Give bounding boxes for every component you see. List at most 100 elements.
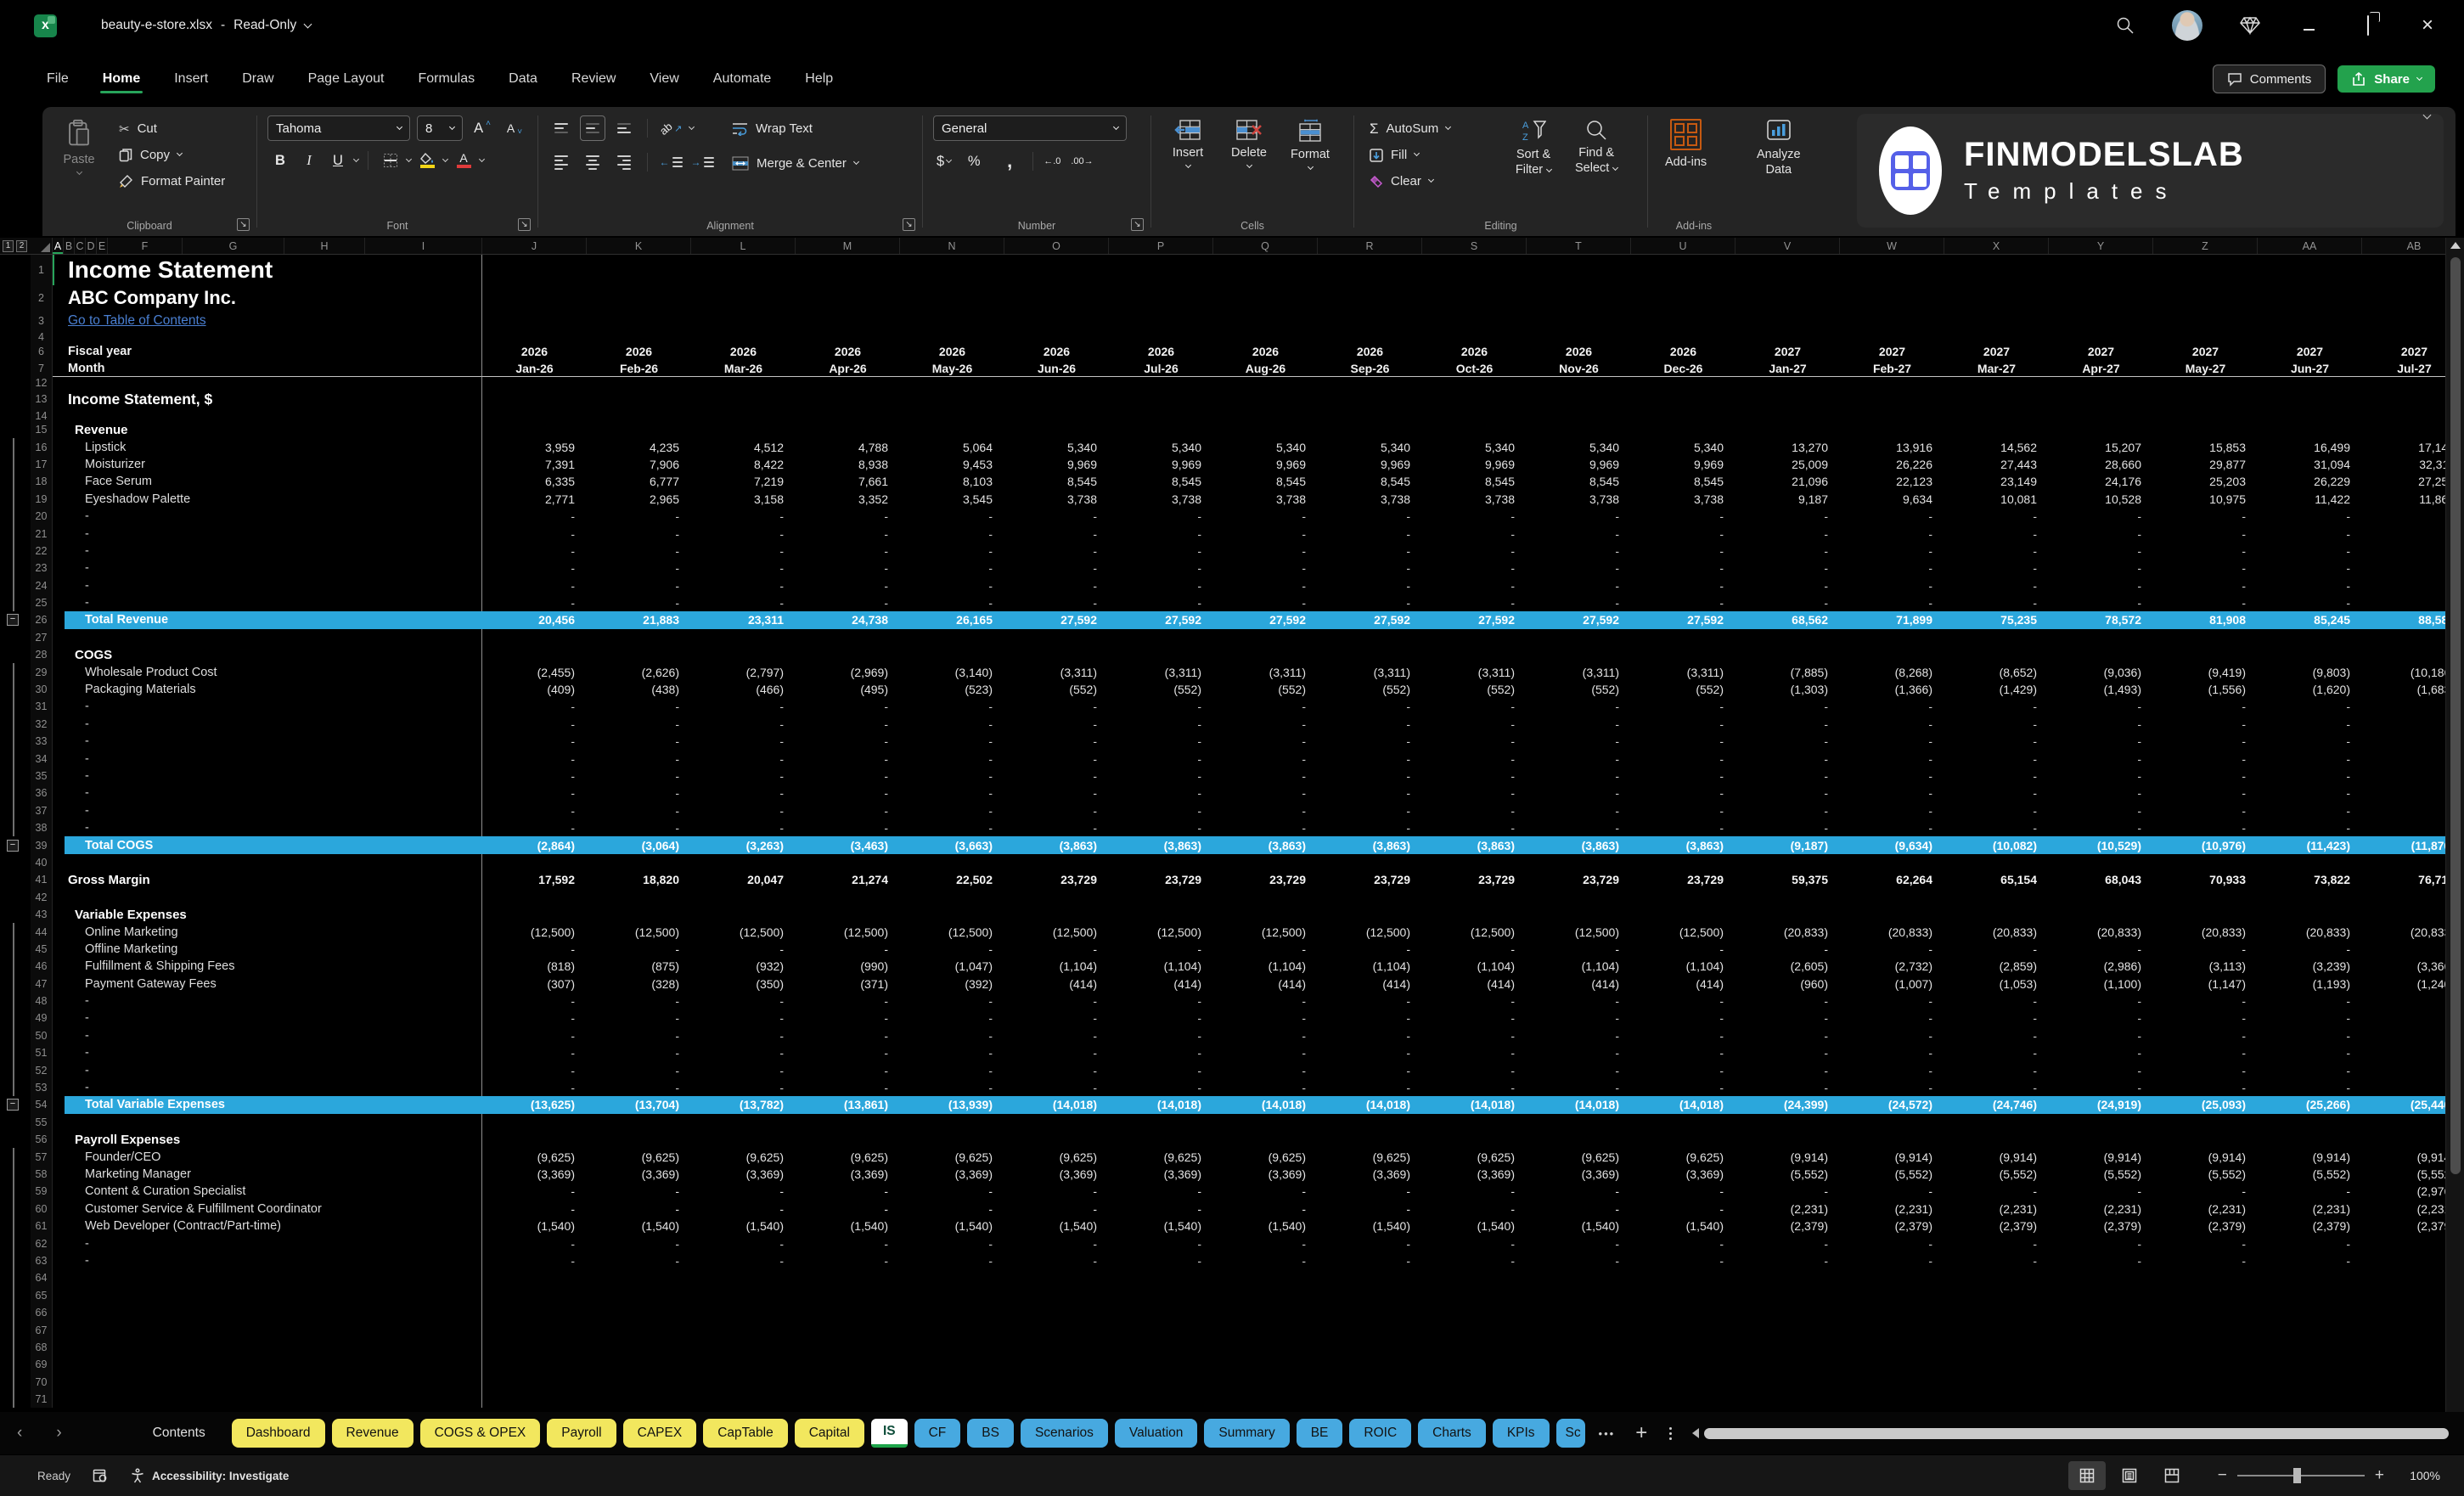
cell[interactable]: - [2258, 802, 2362, 819]
cell[interactable]: (495) [796, 681, 900, 698]
cell[interactable]: 5,340 [1527, 438, 1631, 455]
cell[interactable] [2153, 1287, 2258, 1304]
cell[interactable]: - [691, 802, 796, 819]
cell[interactable] [482, 255, 587, 285]
cell[interactable]: 8,545 [1631, 473, 1735, 490]
cell[interactable] [1004, 255, 1109, 285]
cell[interactable] [1213, 421, 1318, 438]
cell[interactable]: - [1735, 525, 1840, 542]
merge-center-button[interactable]: Merge & Center [727, 150, 864, 177]
cell[interactable]: (1,100) [2049, 976, 2153, 993]
row-number-7[interactable]: 7 [31, 360, 53, 377]
cell[interactable]: (1,104) [1631, 958, 1735, 975]
analyze-data-button[interactable]: AnalyzeData [1750, 115, 1808, 214]
cell[interactable]: (414) [1004, 976, 1109, 993]
cell[interactable]: (3,369) [1422, 1166, 1527, 1183]
cell[interactable] [1004, 331, 1109, 343]
cell[interactable]: - [1004, 525, 1109, 542]
cell[interactable]: - [587, 1183, 691, 1200]
cell[interactable] [2258, 889, 2362, 906]
cell[interactable]: - [900, 802, 1004, 819]
outline-collapse-button[interactable]: − [7, 614, 19, 626]
row-number-56[interactable]: 56 [31, 1131, 53, 1148]
cell[interactable] [796, 646, 900, 663]
cell[interactable] [587, 1287, 691, 1304]
cell[interactable]: - [1109, 1061, 1213, 1078]
cell[interactable]: - [2362, 750, 2445, 767]
cell[interactable]: - [796, 508, 900, 525]
decrease-decimal-button[interactable]: .00→ [1071, 149, 1093, 174]
cell[interactable]: - [587, 525, 691, 542]
comments-button[interactable]: Comments [2213, 65, 2326, 93]
cell[interactable]: - [1318, 543, 1422, 560]
cell[interactable]: (10,186) [2362, 663, 2445, 680]
row-number-28[interactable]: 28 [31, 646, 53, 663]
cell[interactable] [1213, 388, 1318, 410]
cell[interactable]: 10,081 [1944, 491, 2049, 508]
cell[interactable]: (2,797) [691, 663, 796, 680]
cell[interactable]: - [1735, 698, 1840, 715]
cell[interactable] [796, 1321, 900, 1338]
cell[interactable]: - [1422, 698, 1527, 715]
cell[interactable] [1318, 410, 1422, 421]
row-number-15[interactable]: 15 [31, 421, 53, 438]
cell[interactable] [1840, 1131, 1944, 1148]
cell[interactable] [796, 421, 900, 438]
cell[interactable]: Nov-26 [1527, 360, 1631, 376]
cell[interactable] [1004, 1391, 1109, 1408]
cell[interactable]: - [900, 543, 1004, 560]
col-header-D[interactable]: D [86, 238, 97, 254]
cell[interactable] [2362, 255, 2445, 285]
cell[interactable]: - [1422, 594, 1527, 611]
cell[interactable]: - [1004, 1061, 1109, 1078]
cell[interactable]: (9,803) [2258, 663, 2362, 680]
cell[interactable]: - [1213, 560, 1318, 576]
cell[interactable]: - [1631, 802, 1735, 819]
cell[interactable] [1422, 1114, 1527, 1131]
cell[interactable] [796, 1114, 900, 1131]
cell[interactable] [1004, 388, 1109, 410]
cell[interactable]: (3,369) [691, 1166, 796, 1183]
cell[interactable]: (5,552) [2049, 1166, 2153, 1183]
row-number-63[interactable]: 63 [31, 1252, 53, 1269]
cell[interactable]: - [587, 802, 691, 819]
cell[interactable]: May-27 [2153, 360, 2258, 376]
cell[interactable]: - [1109, 525, 1213, 542]
cell[interactable]: - [2153, 750, 2258, 767]
cell[interactable] [2049, 388, 2153, 410]
col-header-R[interactable]: R [1318, 238, 1422, 254]
cell[interactable]: (20,833) [2153, 923, 2258, 940]
orientation-button[interactable]: ab↗ [658, 115, 684, 141]
row-number-45[interactable]: 45 [31, 941, 53, 958]
cell[interactable] [1944, 1356, 2049, 1373]
cell[interactable]: - [587, 1061, 691, 1078]
cell[interactable] [691, 311, 796, 331]
cell[interactable]: - [1735, 560, 1840, 576]
cell[interactable]: - [1422, 941, 1527, 958]
cell[interactable]: (2,455) [482, 663, 587, 680]
cell[interactable] [482, 1373, 587, 1390]
cell[interactable] [1735, 1131, 1840, 1148]
cell[interactable]: - [1422, 543, 1527, 560]
cell[interactable]: - [1735, 1234, 1840, 1251]
cell[interactable]: - [1840, 560, 1944, 576]
cell[interactable]: (20,833) [1735, 923, 1840, 940]
font-dialog-launcher[interactable]: ↘ [518, 218, 531, 231]
cell[interactable]: (11,423) [2258, 836, 2362, 853]
cell[interactable]: - [1735, 716, 1840, 733]
cell[interactable]: - [482, 525, 587, 542]
cell[interactable]: - [1631, 768, 1735, 785]
col-header-K[interactable]: K [587, 238, 691, 254]
cell[interactable]: - [1944, 1044, 2049, 1061]
cell[interactable]: - [1318, 508, 1422, 525]
cell[interactable] [1840, 646, 1944, 663]
cell[interactable]: (3,863) [1422, 836, 1527, 853]
cell[interactable] [900, 1373, 1004, 1390]
cell[interactable]: 6,777 [587, 473, 691, 490]
cell[interactable] [1422, 377, 1527, 388]
cell[interactable]: - [482, 716, 587, 733]
cell[interactable]: (414) [1318, 976, 1422, 993]
cell[interactable] [1944, 906, 2049, 923]
cell[interactable]: - [1318, 560, 1422, 576]
cell[interactable] [2362, 1131, 2445, 1148]
